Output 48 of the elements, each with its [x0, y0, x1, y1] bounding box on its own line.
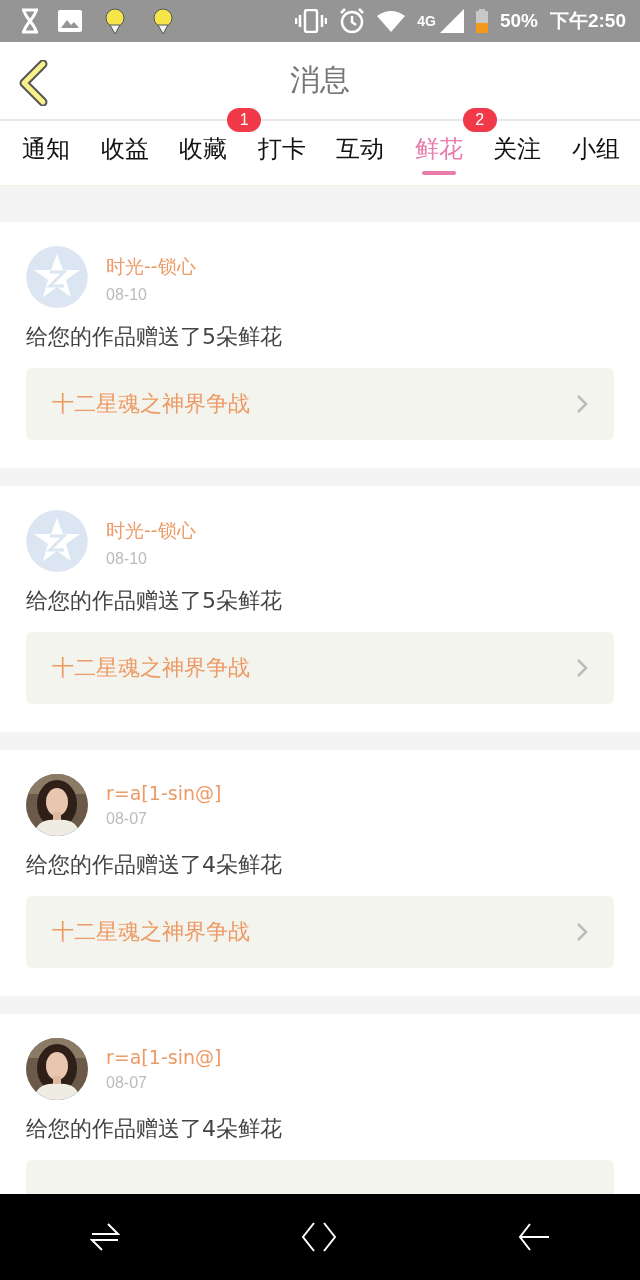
user-name[interactable]: r=a[1-sin@] [106, 1046, 222, 1068]
user-name[interactable]: 时光--锁心 [106, 254, 196, 280]
switch-icon[interactable] [90, 1222, 121, 1252]
tab[interactable]: 鲜花 [408, 133, 469, 163]
chevron-right-icon [576, 394, 588, 414]
tab[interactable]: 小组 [565, 133, 626, 163]
count-badge: 1 [227, 108, 262, 132]
message-date: 08-10 [106, 286, 148, 304]
tab[interactable]: 打卡 [251, 133, 312, 163]
message-text: 给您的作品赠送了5朵鲜花 [26, 323, 283, 351]
work-title: 十二星魂之神界争战 [52, 390, 250, 418]
user-name[interactable]: r=a[1-sin@] [106, 782, 222, 804]
work-title: 十二星魂之神界争战 [52, 654, 250, 682]
alarm-icon [339, 8, 366, 34]
work-link[interactable]: 十二星魂之神界争战 [26, 368, 614, 440]
message-text: 给您的作品赠送了4朵鲜花 [26, 1115, 283, 1143]
tab[interactable]: 收藏 [173, 133, 234, 163]
tab[interactable]: 互动 [330, 133, 391, 163]
tab-underline [421, 171, 456, 175]
avatar-icon [26, 246, 88, 308]
page-title: 消息 [289, 61, 351, 99]
work-title: 十二星魂之神界争战 [52, 918, 250, 946]
vibrate-icon [295, 9, 328, 33]
work-link[interactable]: 十二星魂之神界争战 [26, 632, 614, 704]
message-text: 给您的作品赠送了4朵鲜花 [26, 851, 283, 879]
signal-icon [439, 9, 464, 33]
home-icon[interactable] [301, 1221, 337, 1253]
chevron-right-icon [576, 658, 588, 678]
message-date: 08-10 [106, 550, 148, 568]
back-icon[interactable] [18, 60, 48, 106]
tab[interactable]: 关注 [487, 133, 548, 163]
avatar-icon [26, 510, 88, 572]
message-text: 给您的作品赠送了5朵鲜花 [26, 587, 283, 615]
wifi-icon [377, 10, 406, 32]
image-icon [58, 10, 82, 32]
user-name[interactable]: 时光--锁心 [106, 518, 196, 544]
battery-icon [475, 9, 488, 33]
chevron-right-icon [576, 922, 588, 942]
clock-time: 下午2:50 [549, 9, 626, 33]
battery-percent: 50% [499, 10, 538, 32]
network-type: 4G [417, 13, 436, 29]
message-date: 08-07 [106, 1074, 148, 1092]
hourglass-icon [20, 8, 40, 34]
message-date: 08-07 [106, 810, 148, 828]
work-link[interactable]: 十二星魂之神界争战 [26, 896, 614, 968]
count-badge: 2 [462, 108, 497, 132]
tab[interactable]: 通知 [16, 133, 76, 163]
tab[interactable]: 收益 [94, 133, 155, 163]
